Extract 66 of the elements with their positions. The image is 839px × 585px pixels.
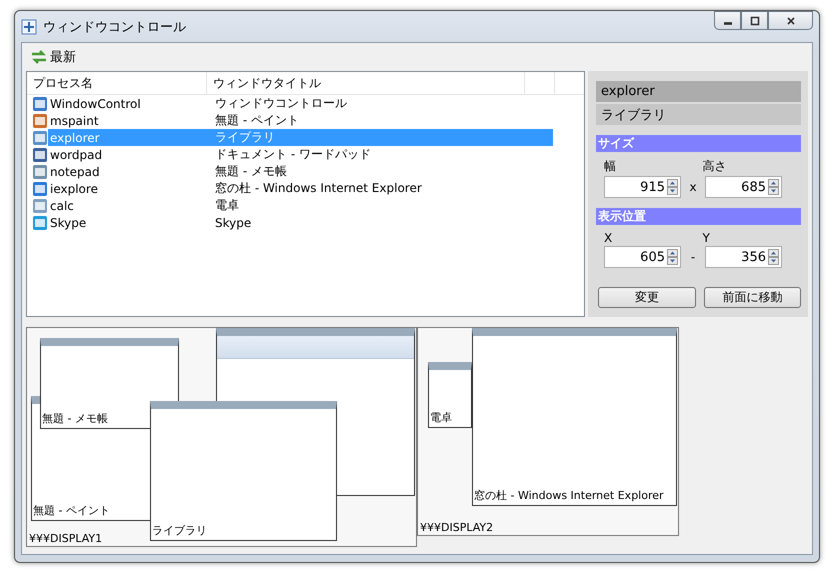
process-name: Skype <box>49 216 88 230</box>
process-name: notepad <box>49 164 101 178</box>
action-button[interactable]: 前面に移動 <box>704 287 801 308</box>
list-row[interactable]: Skype Skype <box>48 214 553 231</box>
window-title-cell: 電卓 <box>215 197 239 214</box>
window-title-cell: 無題 - メモ帳 <box>215 163 287 180</box>
thumbnail-label: 無題 - ペイント <box>33 503 110 518</box>
app-icon <box>32 198 48 214</box>
window-title-cell: 無題 - ペイント <box>215 112 299 129</box>
refresh-button[interactable]: 最新 <box>28 46 78 68</box>
separator-text: x <box>688 180 698 194</box>
section-header: 表示位置 <box>596 208 801 225</box>
window-title-cell: Skype <box>215 216 252 230</box>
process-name: mspaint <box>49 114 100 128</box>
app-icon <box>32 130 48 146</box>
app-icon <box>32 164 48 180</box>
process-name: calc <box>49 198 75 212</box>
minimize-button[interactable] <box>714 11 741 30</box>
section-header: サイズ <box>596 135 801 152</box>
list-row[interactable]: mspaint 無題 - ペイント <box>48 112 553 129</box>
number-spinner[interactable]: 685 <box>705 176 782 198</box>
app-icon <box>32 214 48 230</box>
separator-text: - <box>690 250 696 264</box>
column-header[interactable]: ウィンドウタイトル <box>207 72 525 94</box>
maximize-button[interactable] <box>741 11 768 30</box>
minimize-icon <box>724 22 732 25</box>
window-title-cell: ウィンドウコントロール <box>215 95 347 112</box>
window-title-cell: ドキュメント - ワードパッド <box>215 146 371 163</box>
thumbnail-label: 窓の杜 - Windows Internet Explorer <box>474 488 664 503</box>
window-title-display: ライブラリ <box>596 104 801 125</box>
refresh-icon <box>30 49 48 65</box>
window-title: ウィンドウコントロール <box>43 18 186 36</box>
column-header[interactable]: プロセス名 <box>27 72 207 94</box>
thumbnail-label: ライブラリ <box>152 523 207 538</box>
close-button[interactable] <box>768 11 813 30</box>
field-label: 幅 <box>604 158 617 175</box>
thumbnail-label: 電卓 <box>430 410 452 425</box>
list-row[interactable]: wordpad ドキュメント - ワードパッド <box>48 146 553 163</box>
maximize-icon <box>750 16 760 26</box>
field-label: 高さ <box>702 158 728 175</box>
window-title-cell: ライブラリ <box>215 129 275 146</box>
app-icon <box>32 96 48 112</box>
list-row[interactable]: calc 電卓 <box>48 197 553 214</box>
list-row[interactable]: notepad 無題 - メモ帳 <box>48 163 553 180</box>
number-spinner[interactable]: 605 <box>604 246 681 268</box>
display-name: ¥¥¥DISPLAY2 <box>420 521 494 534</box>
list-row[interactable]: WindowControl ウィンドウコントロール <box>48 95 553 112</box>
list-row[interactable]: iexplore 窓の杜 - Windows Internet Explorer <box>48 180 553 197</box>
app-icon <box>32 146 48 162</box>
app-icon <box>32 180 48 196</box>
process-name: explorer <box>49 130 101 144</box>
app-icon <box>32 112 48 128</box>
display-name: ¥¥¥DISPLAY1 <box>29 532 102 545</box>
field-label: Y <box>702 231 711 245</box>
window-title-cell: 窓の杜 - Windows Internet Explorer <box>215 180 422 197</box>
process-name-display: explorer <box>596 81 801 102</box>
field-label: X <box>604 231 614 245</box>
process-name: WindowControl <box>49 96 142 110</box>
number-spinner[interactable]: 356 <box>705 246 782 268</box>
close-icon <box>786 16 796 26</box>
number-spinner[interactable]: 915 <box>604 176 681 198</box>
process-name: iexplore <box>49 182 99 196</box>
app-icon <box>21 18 37 34</box>
process-name: wordpad <box>49 148 104 162</box>
thumbnail-label: 無題 - メモ帳 <box>42 411 108 426</box>
action-button[interactable]: 変更 <box>598 287 696 308</box>
